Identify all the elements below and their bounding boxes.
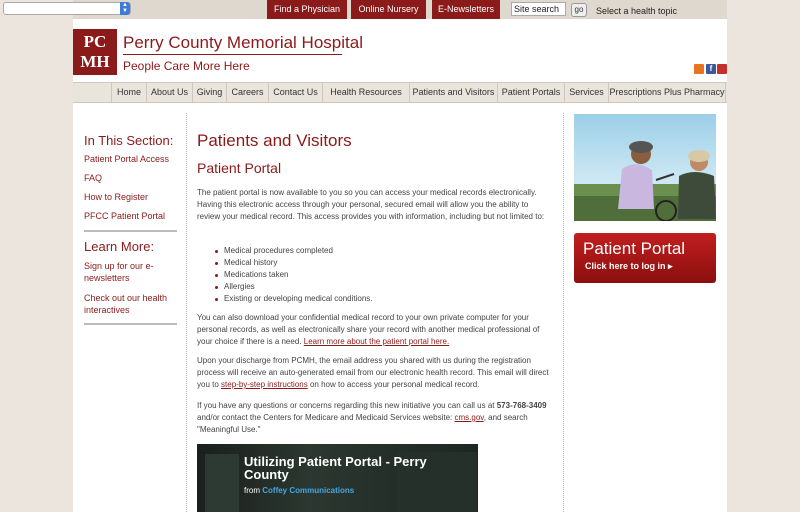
sidebar-divider xyxy=(84,230,177,232)
cyclists-photo xyxy=(574,114,716,221)
hospital-logo[interactable]: PC MH xyxy=(73,29,117,75)
cyclists-illustration xyxy=(574,141,716,221)
portal-button-cta: Click here to log in ▸ xyxy=(585,261,673,271)
section-title: Patient Portal xyxy=(197,160,282,176)
patient-portal-login-button[interactable]: Patient Portal Click here to log in ▸ xyxy=(574,233,716,283)
right-divider xyxy=(563,113,564,512)
nav-giving[interactable]: Giving xyxy=(192,83,226,102)
video-byline: from Coffey Communications xyxy=(244,486,354,495)
rss-icon[interactable] xyxy=(694,64,704,74)
learn-more-heading: Learn More: xyxy=(84,239,155,254)
discharge-tail: on how to access your personal medical r… xyxy=(309,380,480,389)
nav-patients-and-visitors[interactable]: Patients and Visitors xyxy=(409,83,497,102)
site-search-input[interactable]: Site search xyxy=(511,2,566,16)
sidebar-link-patient-portal-access[interactable]: Patient Portal Access xyxy=(84,153,179,165)
sidebar-link-how-to-register[interactable]: How to Register xyxy=(84,191,179,203)
list-item: Allergies xyxy=(213,281,513,293)
discharge-paragraph: Upon your discharge from PCMH, the email… xyxy=(197,355,549,391)
select-arrow-icon: ▲ ▼ xyxy=(120,2,130,15)
list-item: Medical history xyxy=(213,257,513,269)
nav-contact-us[interactable]: Contact Us xyxy=(268,83,322,102)
portal-button-title: Patient Portal xyxy=(583,239,686,258)
nav-home[interactable]: Home xyxy=(111,83,146,102)
header: PC MH Perry County Memorial Hospital Peo… xyxy=(73,19,727,82)
nav-careers[interactable]: Careers xyxy=(226,83,268,102)
questions-mid: and/or contact the Centers for Medicare … xyxy=(197,413,453,422)
nav-services[interactable]: Services xyxy=(564,83,608,102)
logo-text-top: PC xyxy=(83,32,107,51)
sidebar-link-pfcc-patient-portal[interactable]: PFCC Patient Portal xyxy=(84,210,179,222)
questions-paragraph: If you have any questions or concerns re… xyxy=(197,400,549,436)
download-paragraph: You can also download your confidential … xyxy=(197,312,549,348)
go-button[interactable]: go xyxy=(571,3,587,17)
list-item: Medical procedures completed xyxy=(213,245,513,257)
sidebar-link-enewsletters[interactable]: Sign up for our e-newsletters xyxy=(84,260,179,284)
find-physician-button[interactable]: Find a Physician xyxy=(267,0,347,19)
tagline: People Care More Here xyxy=(123,59,250,73)
nav-prescriptions-plus-pharmacy[interactable]: Prescriptions Plus Pharmacy xyxy=(608,83,726,102)
list-item: Medications taken xyxy=(213,269,513,281)
youtube-icon[interactable] xyxy=(717,64,727,74)
intro-paragraph: The patient portal is now available to y… xyxy=(197,188,545,221)
nav-about-us[interactable]: About Us xyxy=(146,83,192,102)
video-thumbnail-panel xyxy=(205,454,239,512)
video-player[interactable]: Utilizing Patient Portal - Perry County … xyxy=(197,444,478,512)
left-divider xyxy=(186,113,187,512)
main-nav: Home About Us Giving Careers Contact Us … xyxy=(73,82,727,103)
nav-health-resources[interactable]: Health Resources xyxy=(322,83,409,102)
facebook-icon[interactable]: f xyxy=(706,64,716,74)
translate-select[interactable]: ▲ ▼ xyxy=(3,2,131,15)
video-from-label: from xyxy=(244,486,260,495)
page-title: Patients and Visitors xyxy=(197,131,352,150)
sidebar-link-faq[interactable]: FAQ xyxy=(84,172,179,184)
learn-more-portal-link[interactable]: Learn more about the patient portal here… xyxy=(304,337,449,346)
video-title[interactable]: Utilizing Patient Portal - Perry County xyxy=(244,455,474,481)
list-item: Existing or developing medical condition… xyxy=(213,293,513,305)
page: PC MH Perry County Memorial Hospital Peo… xyxy=(73,19,727,512)
sidebar-divider-2 xyxy=(84,323,177,325)
enewsletters-button[interactable]: E-Newsletters xyxy=(432,0,500,19)
logo-divider xyxy=(123,54,342,55)
online-nursery-button[interactable]: Online Nursery xyxy=(351,0,426,19)
cms-gov-link[interactable]: cms.gov xyxy=(454,413,483,422)
step-by-step-link[interactable]: step-by-step instructions xyxy=(221,380,308,389)
nav-patient-portals[interactable]: Patient Portals xyxy=(497,83,564,102)
logo-text-bottom: MH xyxy=(80,52,110,71)
phone-number: 573-768-3409 xyxy=(496,401,547,410)
sidebar-link-health-interactives[interactable]: Check out our health interactives xyxy=(84,292,179,316)
hospital-name[interactable]: Perry County Memorial Hospital xyxy=(123,33,363,53)
top-bar: ▲ ▼ Find a Physician Online Nursery E-New… xyxy=(0,0,800,19)
video-author-link[interactable]: Coffey Communications xyxy=(262,486,354,495)
health-topic-select[interactable]: Select a health topic xyxy=(596,0,677,19)
questions-text: If you have any questions or concerns re… xyxy=(197,401,495,410)
in-this-section-heading: In This Section: xyxy=(84,133,174,148)
portal-features-list: Medical procedures completed Medical his… xyxy=(213,245,513,305)
